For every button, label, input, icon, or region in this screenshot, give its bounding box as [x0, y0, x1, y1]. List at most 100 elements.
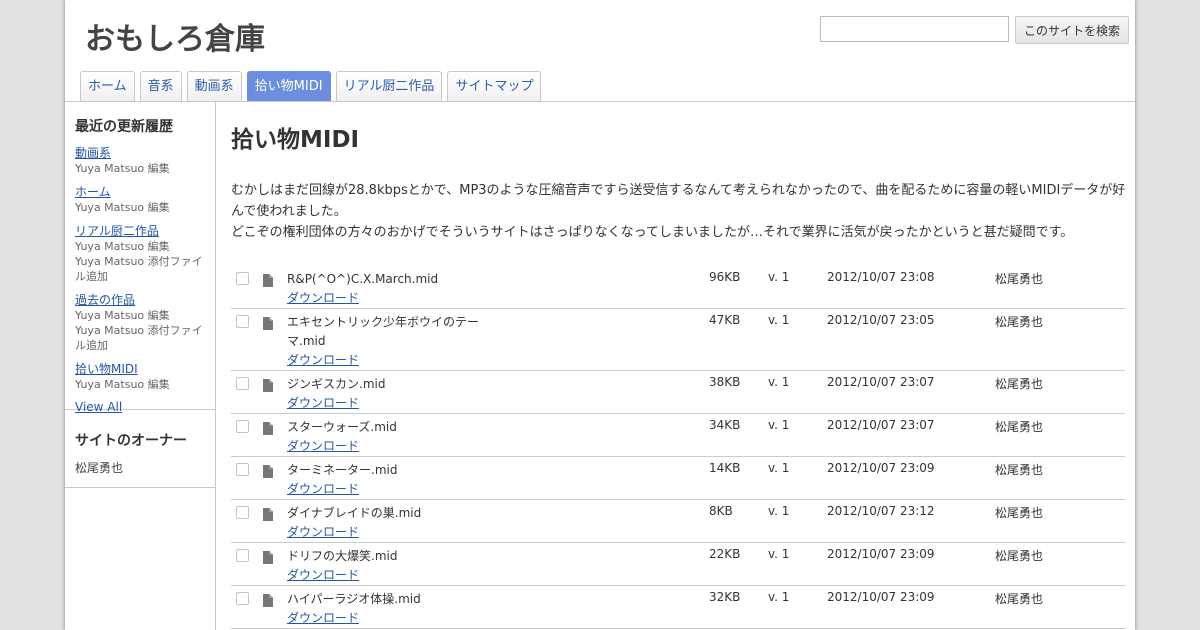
file-version: v. 1 [768, 547, 790, 561]
file-size: 47KB [709, 313, 741, 327]
file-size: 14KB [709, 461, 741, 475]
file-list: R&P(^O^)C.X.March.mid ダウンロード 96KB v. 1 2… [231, 266, 1125, 629]
description-paragraph: どこぞの権利団体の方々のおかげでそういうサイトはさっぱりなくなってしまいましたが… [231, 225, 1074, 240]
recent-item: 過去の作品 Yuya Matsuo 編集 Yuya Matsuo 添付ファイル追… [75, 292, 205, 353]
recent-link-midi[interactable]: 拾い物MIDI [75, 361, 205, 377]
recent-item: 拾い物MIDI Yuya Matsuo 編集 [75, 361, 205, 392]
site-owner: サイトのオーナー 松尾勇也 [65, 410, 215, 488]
file-checkbox[interactable] [236, 315, 249, 328]
file-date: 2012/10/07 23:09 [827, 461, 935, 475]
main-content: 拾い物MIDI むかしはまだ回線が28.8kbpsとかで、MP3のような圧縮音声… [216, 102, 1135, 630]
file-icon [263, 317, 273, 330]
file-checkbox[interactable] [236, 549, 249, 562]
file-date: 2012/10/07 23:07 [827, 375, 935, 389]
download-link[interactable]: ダウンロード [287, 609, 359, 626]
file-version: v. 1 [768, 313, 790, 327]
recent-link-home[interactable]: ホーム [75, 184, 205, 200]
recent-updates-title: 最近の更新履歴 [75, 119, 173, 135]
file-user: 松尾勇也 [995, 549, 1044, 563]
file-icon [263, 594, 273, 607]
recent-note: Yuya Matsuo 編集 [75, 378, 170, 391]
file-size: 34KB [709, 418, 741, 432]
tab-midi[interactable]: 拾い物MIDI [246, 71, 331, 101]
file-name: ジンギスカン.mid [287, 377, 386, 391]
download-link[interactable]: ダウンロード [287, 394, 359, 411]
recent-link-past-works[interactable]: 過去の作品 [75, 292, 205, 308]
download-link[interactable]: ダウンロード [287, 480, 359, 497]
tab-chuuni[interactable]: リアル厨二作品 [335, 71, 443, 101]
file-name: R&P(^O^)C.X.March.mid [287, 272, 439, 286]
file-size: 38KB [709, 375, 741, 389]
download-link[interactable]: ダウンロード [287, 437, 359, 454]
file-row: スターウォーズ.mid ダウンロード 34KB v. 1 2012/10/07 … [231, 414, 1125, 457]
file-version: v. 1 [768, 375, 790, 389]
tab-video[interactable]: 動画系 [186, 71, 242, 101]
recent-link-chuuni[interactable]: リアル厨二作品 [75, 223, 205, 239]
file-checkbox[interactable] [236, 272, 249, 285]
file-name: ダイナブレイドの巣.mid [287, 506, 422, 520]
file-row: ダイナブレイドの巣.mid ダウンロード 8KB v. 1 2012/10/07… [231, 500, 1125, 543]
file-row: ハイパーラジオ体操.mid ダウンロード 32KB v. 1 2012/10/0… [231, 586, 1125, 629]
recent-updates: 最近の更新履歴 動画系 Yuya Matsuo 編集 ホーム Yuya Mats… [65, 102, 215, 414]
file-date: 2012/10/07 23:12 [827, 504, 935, 518]
recent-item: リアル厨二作品 Yuya Matsuo 編集 Yuya Matsuo 添付ファイ… [75, 223, 205, 284]
page: おもしろ倉庫 このサイトを検索 ホーム 音系 動画系 拾い物MIDI リアル厨二… [65, 0, 1135, 630]
file-checkbox[interactable] [236, 506, 249, 519]
recent-link-video[interactable]: 動画系 [75, 145, 205, 161]
site-title[interactable]: おもしろ倉庫 [85, 14, 265, 58]
file-version: v. 1 [768, 461, 790, 475]
file-checkbox[interactable] [236, 592, 249, 605]
file-size: 96KB [709, 270, 741, 284]
file-date: 2012/10/07 23:05 [827, 313, 935, 327]
file-row: ターミネーター.mid ダウンロード 14KB v. 1 2012/10/07 … [231, 457, 1125, 500]
page-title: 拾い物MIDI [231, 127, 360, 153]
recent-item: 動画系 Yuya Matsuo 編集 [75, 145, 205, 176]
file-version: v. 1 [768, 270, 790, 284]
file-icon [263, 508, 273, 521]
file-row: エキセントリック少年ボウイのテーマ.mid ダウンロード 47KB v. 1 2… [231, 309, 1125, 371]
file-row: ドリフの大爆笑.mid ダウンロード 22KB v. 1 2012/10/07 … [231, 543, 1125, 586]
file-checkbox[interactable] [236, 420, 249, 433]
file-size: 32KB [709, 590, 741, 604]
tab-home[interactable]: ホーム [80, 71, 135, 101]
download-link[interactable]: ダウンロード [287, 523, 359, 540]
page-description: むかしはまだ回線が28.8kbpsとかで、MP3のような圧縮音声ですら送受信する… [231, 180, 1131, 243]
file-icon [263, 465, 273, 478]
site-owner-name: 松尾勇也 [75, 461, 124, 475]
download-link[interactable]: ダウンロード [287, 351, 359, 368]
file-date: 2012/10/07 23:08 [827, 270, 935, 284]
file-checkbox[interactable] [236, 463, 249, 476]
search-bar: このサイトを検索 [820, 16, 1130, 44]
file-icon [263, 274, 273, 287]
recent-note: Yuya Matsuo 添付ファイル追加 [75, 324, 203, 352]
file-checkbox[interactable] [236, 377, 249, 390]
file-user: 松尾勇也 [995, 592, 1044, 606]
file-user: 松尾勇也 [995, 463, 1044, 477]
file-icon [263, 422, 273, 435]
file-user: 松尾勇也 [995, 420, 1044, 434]
file-user: 松尾勇也 [995, 377, 1044, 391]
file-name: ハイパーラジオ体操.mid [287, 592, 421, 606]
search-button[interactable]: このサイトを検索 [1015, 16, 1130, 44]
file-version: v. 1 [768, 418, 790, 432]
file-row: ジンギスカン.mid ダウンロード 38KB v. 1 2012/10/07 2… [231, 371, 1125, 414]
download-link[interactable]: ダウンロード [287, 566, 359, 583]
file-version: v. 1 [768, 504, 790, 518]
tab-audio[interactable]: 音系 [139, 71, 182, 101]
file-size: 8KB [709, 504, 733, 518]
file-name: ドリフの大爆笑.mid [287, 549, 398, 563]
recent-note: Yuya Matsuo 編集 [75, 309, 170, 322]
file-size: 22KB [709, 547, 741, 561]
file-name: スターウォーズ.mid [287, 420, 397, 434]
download-link[interactable]: ダウンロード [287, 289, 359, 306]
nav-tabs: ホーム 音系 動画系 拾い物MIDI リアル厨二作品 サイトマップ [80, 71, 542, 101]
file-version: v. 1 [768, 590, 790, 604]
file-icon [263, 551, 273, 564]
file-date: 2012/10/07 23:09 [827, 590, 935, 604]
search-input[interactable] [820, 16, 1009, 42]
file-user: 松尾勇也 [995, 506, 1044, 520]
tab-sitemap[interactable]: サイトマップ [447, 71, 542, 101]
recent-note: Yuya Matsuo 編集 [75, 162, 170, 175]
file-icon [263, 379, 273, 392]
site-owner-title: サイトのオーナー [75, 433, 187, 449]
